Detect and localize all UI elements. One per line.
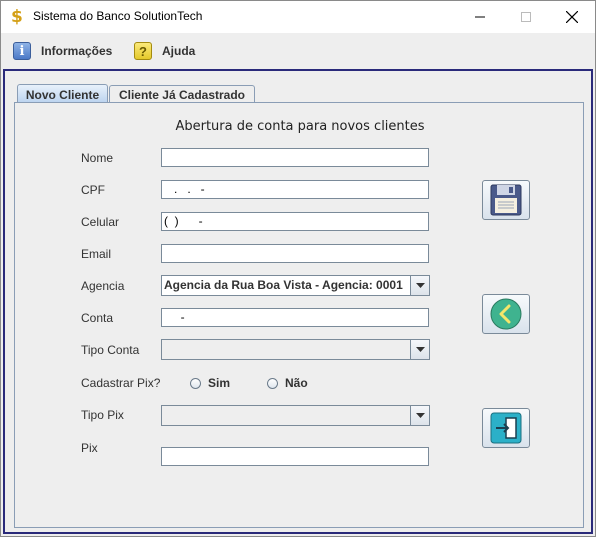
novo-cliente-panel: Abertura de conta para novos clientes No… (14, 102, 584, 528)
nome-label: Nome (81, 151, 114, 165)
pix-sim-radio[interactable]: Sim (190, 376, 230, 390)
back-arrow-icon (490, 298, 522, 330)
email-label: Email (81, 247, 112, 261)
tab-novo-cliente[interactable]: Novo Cliente (17, 84, 108, 104)
tab-cliente-ja-cadastrado[interactable]: Cliente Já Cadastrado (109, 85, 255, 103)
tipo-conta-label: Tipo Conta (81, 343, 140, 357)
tipo-conta-select[interactable] (161, 339, 430, 360)
menu-informacoes-label: Informações (41, 44, 113, 58)
minimize-button[interactable] (457, 1, 503, 33)
info-icon: i (13, 42, 31, 60)
pix-sim-label: Sim (208, 376, 231, 390)
pix-field[interactable] (161, 447, 429, 466)
maximize-button[interactable] (503, 1, 549, 33)
cpf-field[interactable]: . . - (161, 180, 429, 199)
conta-label: Conta (81, 311, 114, 325)
agencia-selected-value: Agencia da Rua Boa Vista - Agencia: 0001 (164, 278, 403, 292)
help-icon: ? (134, 42, 152, 60)
chevron-down-icon[interactable] (410, 406, 429, 425)
menu-bar: i Informações ? Ajuda (1, 33, 595, 69)
pix-label: Pix (81, 441, 98, 455)
back-button[interactable] (482, 294, 530, 334)
agencia-select[interactable]: Agencia da Rua Boa Vista - Agencia: 0001 (161, 275, 430, 296)
floppy-disk-icon (490, 184, 522, 216)
pix-nao-label: Não (285, 376, 308, 390)
chevron-down-icon[interactable] (410, 340, 429, 359)
exit-door-icon (490, 412, 522, 444)
nome-field[interactable] (161, 148, 429, 167)
conta-field[interactable]: - (161, 308, 429, 327)
celular-field[interactable]: ( ) - (161, 212, 429, 231)
agencia-label: Agencia (81, 279, 125, 293)
radio-circle-icon (190, 377, 201, 389)
tipo-pix-label: Tipo Pix (81, 408, 124, 422)
cpf-label: CPF (81, 183, 105, 197)
save-button[interactable] (482, 180, 530, 220)
email-field[interactable] (161, 244, 429, 263)
window-title: Sistema do Banco SolutionTech (33, 9, 203, 23)
form-heading: Abertura de conta para novos clientes (175, 119, 425, 134)
radio-circle-icon (267, 377, 278, 389)
title-bar: $ Sistema do Banco SolutionTech (1, 1, 595, 33)
minimize-icon (475, 16, 485, 18)
pix-nao-radio[interactable]: Não (267, 376, 308, 390)
menu-ajuda-label: Ajuda (162, 44, 196, 58)
main-panel: Novo Cliente Cliente Já Cadastrado Abert… (3, 69, 593, 534)
cadastrar-pix-label: Cadastrar Pix? (81, 376, 161, 390)
chevron-down-icon[interactable] (410, 276, 429, 295)
dollar-icon: $ (11, 7, 23, 27)
maximize-icon (521, 12, 531, 22)
celular-label: Celular (81, 215, 120, 229)
close-button[interactable] (549, 1, 595, 33)
exit-button[interactable] (482, 408, 530, 448)
close-icon (566, 11, 578, 23)
main-window: $ Sistema do Banco SolutionTech i Inform… (0, 0, 596, 537)
menu-informacoes[interactable]: i Informações (13, 39, 112, 63)
menu-ajuda[interactable]: ? Ajuda (134, 39, 195, 63)
tipo-pix-select[interactable] (161, 405, 430, 426)
